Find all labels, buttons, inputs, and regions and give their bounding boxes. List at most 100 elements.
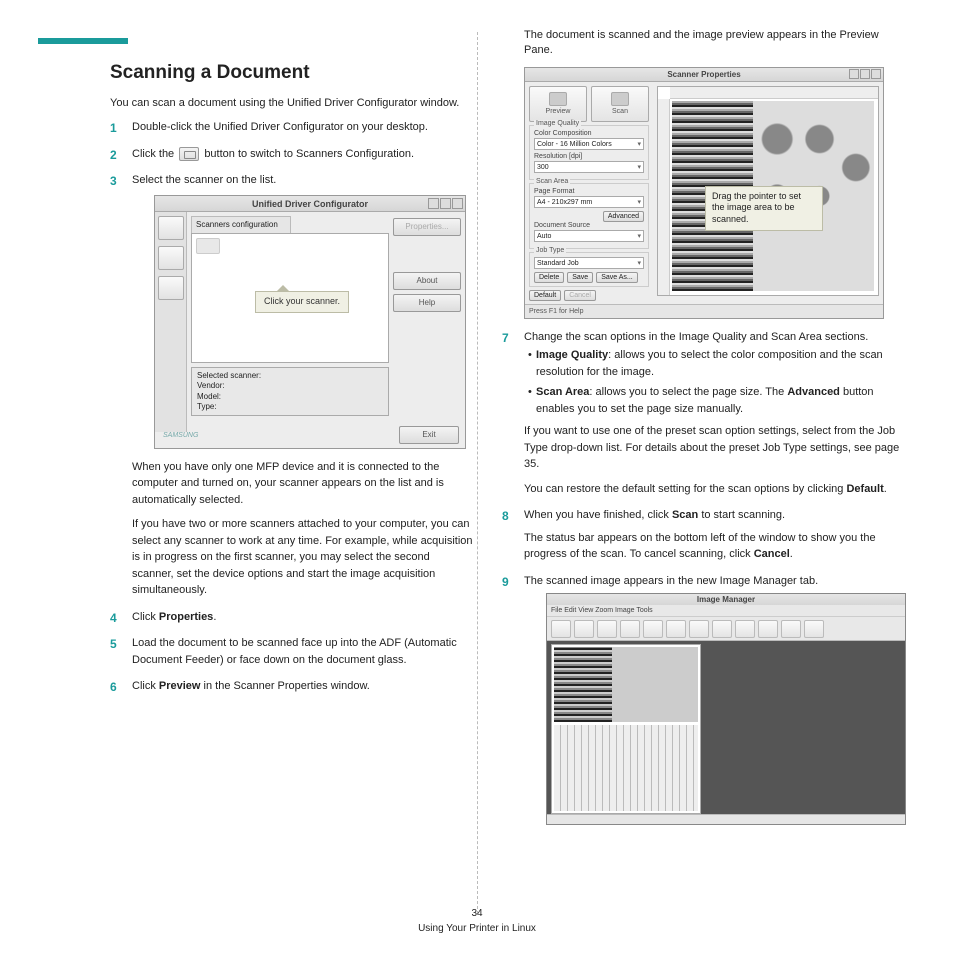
image-canvas[interactable]	[551, 644, 701, 814]
window-titlebar: Scanner Properties	[525, 68, 883, 82]
status-bar: Press F1 for Help	[525, 304, 883, 318]
step-text-b: button to switch to Scanners Configurati…	[204, 148, 414, 160]
advanced-button[interactable]: Advanced	[603, 211, 644, 222]
bullet-scan-area: Scan Area: allows you to select the page…	[528, 384, 906, 417]
step-number: 4	[110, 609, 117, 627]
scanner-row[interactable]	[196, 238, 220, 254]
ruler-horizontal	[670, 87, 878, 99]
color-dropdown[interactable]: Color - 16 Million Colors	[534, 138, 644, 150]
page-title: Scanning a Document	[110, 62, 474, 84]
steps-right: 7 Change the scan options in the Image Q…	[502, 329, 906, 826]
figure-unified-driver-configurator: Unified Driver Configurator Scanners con…	[154, 195, 466, 449]
bold: Properties	[159, 611, 213, 623]
tab-header: Scanners configuration	[191, 216, 291, 233]
menu-bar[interactable]: File Edit View Zoom Image Tools	[547, 605, 905, 617]
note-multi-scanner: If you have two or more scanners attache…	[132, 516, 474, 599]
group-scan-area: Scan Area Page Format A4 - 210x297 mm Ad…	[529, 183, 649, 249]
info-model: Model:	[197, 392, 383, 402]
zoom-out-icon[interactable]	[666, 620, 686, 638]
help-button[interactable]: Help	[393, 294, 461, 312]
step-text: The scanned image appears in the new Ima…	[524, 575, 818, 587]
save-as-button[interactable]: Save As...	[596, 272, 638, 283]
column-divider	[477, 32, 478, 914]
samsung-logo: SAMSUNG	[163, 431, 198, 442]
scale-icon[interactable]	[712, 620, 732, 638]
scanner-icon[interactable]	[158, 246, 184, 270]
window-title: Scanner Properties	[667, 70, 740, 79]
window-body: Scanners configuration Selected scanner:…	[155, 212, 465, 432]
window-titlebar: Image Manager	[547, 594, 905, 605]
bullet-image-quality: Image Quality: allows you to select the …	[528, 347, 906, 380]
callout-click-scanner: Click your scanner.	[255, 291, 349, 313]
scroll-icon[interactable]	[620, 620, 640, 638]
right-column: The document is scanned and the image pr…	[494, 28, 924, 892]
step-number: 3	[110, 172, 117, 190]
job-type-dropdown[interactable]: Standard Job	[534, 257, 644, 269]
preview-button[interactable]: Preview	[529, 86, 587, 122]
window-titlebar: Unified Driver Configurator	[155, 196, 465, 212]
t: .	[213, 611, 216, 623]
cancel-button[interactable]: Cancel	[564, 290, 596, 301]
document-source-dropdown[interactable]: Auto	[534, 230, 644, 242]
step-number: 6	[110, 678, 117, 696]
save-button[interactable]: Save	[567, 272, 593, 283]
save-icon[interactable]	[551, 620, 571, 638]
step-number: 2	[110, 146, 117, 164]
step-6: 6 Click Preview in the Scanner Propertie…	[110, 678, 474, 695]
figure-scanner-properties: Scanner Properties Preview Scan Image Qu…	[524, 67, 884, 319]
t: in the Scanner Properties window.	[200, 680, 369, 692]
status-bar	[547, 814, 905, 824]
crop-icon[interactable]	[643, 620, 663, 638]
effect-icon[interactable]	[781, 620, 801, 638]
step-text: Change the scan options in the Image Qua…	[524, 331, 868, 343]
step-1: 1 Double-click the Unified Driver Config…	[110, 119, 474, 136]
options-pane: Preview Scan Image Quality Color Composi…	[525, 82, 653, 300]
scan-button[interactable]: Scan	[591, 86, 649, 122]
step-7: 7 Change the scan options in the Image Q…	[502, 329, 906, 498]
device-sidebar	[155, 212, 187, 432]
zoom-in-icon[interactable]	[689, 620, 709, 638]
t: Click	[132, 680, 159, 692]
step-8: 8 When you have finished, click Scan to …	[502, 507, 906, 563]
resolution-dropdown[interactable]: 300	[534, 161, 644, 173]
list-panel: Scanners configuration Selected scanner:…	[191, 216, 389, 428]
section-title: Using Your Printer in Linux	[0, 921, 954, 936]
exit-button[interactable]: Exit	[399, 426, 459, 444]
step-number: 7	[502, 329, 509, 347]
info-vendor: Vendor:	[197, 381, 383, 391]
ruler-vertical	[658, 99, 670, 295]
delete-button[interactable]: Delete	[534, 272, 564, 283]
page-footer: 34 Using Your Printer in Linux	[0, 906, 954, 936]
flip-icon[interactable]	[735, 620, 755, 638]
info-type: Type:	[197, 402, 383, 412]
step-number: 9	[502, 573, 509, 591]
step-9: 9 The scanned image appears in the new I…	[502, 573, 906, 826]
left-column: Scanning a Document You can scan a docum…	[30, 28, 474, 892]
fax-icon[interactable]	[158, 276, 184, 300]
toolbar	[547, 617, 905, 641]
default-button[interactable]: Default	[529, 290, 561, 301]
page-format-dropdown[interactable]: A4 - 210x297 mm	[534, 196, 644, 208]
step-number: 5	[110, 635, 117, 653]
rotate-icon[interactable]	[758, 620, 778, 638]
steps-left: 1 Double-click the Unified Driver Config…	[110, 119, 474, 695]
redo-icon[interactable]	[597, 620, 617, 638]
about-button[interactable]: About	[393, 272, 461, 290]
step-number: 8	[502, 507, 509, 525]
step-4: 4 Click Properties.	[110, 609, 474, 626]
properties-button[interactable]: Properties...	[393, 218, 461, 236]
printer-icon[interactable]	[158, 216, 184, 240]
intro-text: You can scan a document using the Unifie…	[110, 96, 474, 111]
selected-scanner-info: Selected scanner: Vendor: Model: Type:	[191, 367, 389, 417]
window-body: Preview Scan Image Quality Color Composi…	[525, 82, 883, 300]
undo-icon[interactable]	[574, 620, 594, 638]
note-job-type: If you want to use one of the preset sca…	[524, 423, 906, 473]
window-controls	[428, 198, 463, 209]
step-5: 5 Load the document to be scanned face u…	[110, 635, 474, 668]
page-number: 34	[0, 906, 954, 921]
note-single-mfp: When you have only one MFP device and it…	[132, 459, 474, 509]
scanner-icon	[179, 147, 199, 161]
t: Click	[132, 611, 159, 623]
properties-icon[interactable]	[804, 620, 824, 638]
step-text: Double-click the Unified Driver Configur…	[132, 121, 428, 133]
